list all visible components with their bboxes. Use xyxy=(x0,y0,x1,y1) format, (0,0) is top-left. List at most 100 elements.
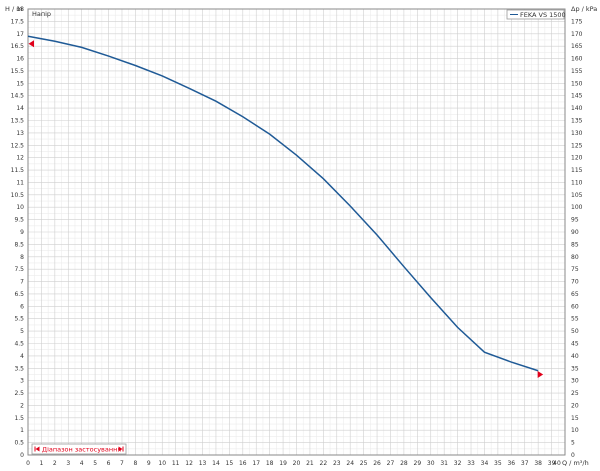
y-left-tick-label: 12.5 xyxy=(11,142,25,149)
x-tick-label: 8 xyxy=(133,460,137,467)
y-left-tick-label: 14.5 xyxy=(11,93,25,100)
y-right-tick-label: 100 xyxy=(571,204,583,211)
y-right-tick-label: 15 xyxy=(571,415,579,422)
y-right-tick-label: 40 xyxy=(571,353,579,360)
x-tick-label: 38 xyxy=(534,460,542,467)
y-right-tick-label: 65 xyxy=(571,291,579,298)
x-tick-label: 19 xyxy=(279,460,287,467)
y-right-tick-label: 35 xyxy=(571,365,579,372)
x-tick-label: 27 xyxy=(387,460,395,467)
y-right-tick-label: 50 xyxy=(571,328,579,335)
y-right-tick-label: 70 xyxy=(571,279,579,286)
x-tick-label: 0 xyxy=(26,460,30,467)
application-range-box: Діапазон застосування xyxy=(31,443,127,455)
x-tick-label: 21 xyxy=(306,460,314,467)
x-tick-label: 37 xyxy=(521,460,529,467)
y-right-tick-label: 155 xyxy=(571,68,583,75)
y-right-tick-label: 165 xyxy=(571,43,583,50)
x-tick-label: 33 xyxy=(467,460,475,467)
y-left-tick-label: 11.5 xyxy=(11,167,25,174)
x-tick-label: 6 xyxy=(107,460,111,467)
y-right-tick-label: 115 xyxy=(571,167,583,174)
y-left-tick-label: 15.5 xyxy=(11,68,25,75)
x-tick-label: 20 xyxy=(293,460,301,467)
x-tick-label: 24 xyxy=(346,460,354,467)
x-tick-label: 30 xyxy=(427,460,435,467)
y-right-tick-label: 150 xyxy=(571,80,583,87)
y-right-tick-label: 140 xyxy=(571,105,583,112)
y-left-tick-label: 15 xyxy=(16,80,24,87)
y-right-tick-label: 105 xyxy=(571,192,583,199)
y-right-tick-label: 0 xyxy=(571,452,575,459)
x-tick-label: 12 xyxy=(185,460,193,467)
y-left-tick-label: 8 xyxy=(20,254,24,261)
y-left-tick-label: 16 xyxy=(16,56,24,63)
y-left-tick-label: 7.5 xyxy=(14,266,24,273)
y-right-tick-label: 10 xyxy=(571,427,579,434)
y-left-tick-label: 9 xyxy=(20,229,24,236)
y-left-tick-label: 0.5 xyxy=(14,440,24,447)
x-tick-label: 23 xyxy=(333,460,341,467)
y-left-tick-label: 16.5 xyxy=(11,43,25,50)
y-right-tick-label: 160 xyxy=(571,56,583,63)
y-right-tick-label: 45 xyxy=(571,341,579,348)
x-axis-label: Q / m³/h xyxy=(562,459,589,467)
x-tick-label: 10 xyxy=(158,460,166,467)
y-right-tick-label: 20 xyxy=(571,402,579,409)
series-label: Напір xyxy=(32,10,51,18)
x-tick-label: 25 xyxy=(360,460,368,467)
y-right-tick-label: 85 xyxy=(571,241,579,248)
x-tick-label: 3 xyxy=(66,460,70,467)
y-right-tick-label: 55 xyxy=(571,316,579,323)
y-left-tick-label: 2.5 xyxy=(14,390,24,397)
y-right-tick-label: 5 xyxy=(571,440,575,447)
y-left-tick-label: 3.5 xyxy=(14,365,24,372)
y-left-tick-label: 9.5 xyxy=(14,217,24,224)
x-tick-label: 11 xyxy=(172,460,180,467)
x-tick-label: 14 xyxy=(212,460,220,467)
y-right-tick-label: 60 xyxy=(571,303,579,310)
x-tick-label: 5 xyxy=(93,460,97,467)
x-tick-label: 17 xyxy=(252,460,260,467)
x-tick-label: 28 xyxy=(400,460,408,467)
application-range-label: Діапазон застосування xyxy=(42,446,121,454)
x-tick-label: 4 xyxy=(80,460,84,467)
x-tick-label: 36 xyxy=(507,460,515,467)
y-left-tick-label: 14 xyxy=(16,105,24,112)
x-tick-label: 1 xyxy=(40,460,44,467)
y-right-tick-label: 25 xyxy=(571,390,579,397)
y-right-tick-label: 110 xyxy=(571,179,583,186)
y-right-tick-label: 90 xyxy=(571,229,579,236)
y-left-tick-label: 5 xyxy=(20,328,24,335)
y-left-tick-label: 11 xyxy=(16,179,24,186)
y-right-axis-label: Δp / kPa xyxy=(571,5,597,13)
y-right-tick-label: 175 xyxy=(571,18,583,25)
y-left-tick-label: 1.5 xyxy=(14,415,24,422)
y-left-tick-label: 7 xyxy=(20,279,24,286)
y-right-tick-label: 75 xyxy=(571,266,579,273)
x-tick-label: 15 xyxy=(226,460,234,467)
y-right-tick-label: 95 xyxy=(571,217,579,224)
x-tick-label: 16 xyxy=(239,460,247,467)
y-right-tick-label: 170 xyxy=(571,31,583,38)
y-left-tick-label: 10.5 xyxy=(11,192,25,199)
y-right-tick-label: 145 xyxy=(571,93,583,100)
x-tick-label: 18 xyxy=(266,460,274,467)
x-tick-label: 35 xyxy=(494,460,502,467)
x-tick-label: 13 xyxy=(199,460,207,467)
y-left-tick-label: 13.5 xyxy=(11,118,25,125)
y-left-tick-label: 1 xyxy=(20,427,24,434)
grid-major xyxy=(27,8,566,456)
y-right-tick-label: 135 xyxy=(571,118,583,125)
x-tick-label: 32 xyxy=(454,460,462,467)
y-right-tick-label: 125 xyxy=(571,142,583,149)
x-tick-label: 2 xyxy=(53,460,57,467)
y-left-tick-label: 13 xyxy=(16,130,24,137)
x-axis-end-tick-label: 40 xyxy=(553,460,561,467)
x-tick-label: 29 xyxy=(414,460,422,467)
legend: FEKA VS 1500 xyxy=(506,9,566,20)
y-left-tick-label: 3 xyxy=(20,378,24,385)
y-left-tick-label: 17 xyxy=(16,31,24,38)
y-right-tick-label: 120 xyxy=(571,155,583,162)
y-right-tick-label: 80 xyxy=(571,254,579,261)
